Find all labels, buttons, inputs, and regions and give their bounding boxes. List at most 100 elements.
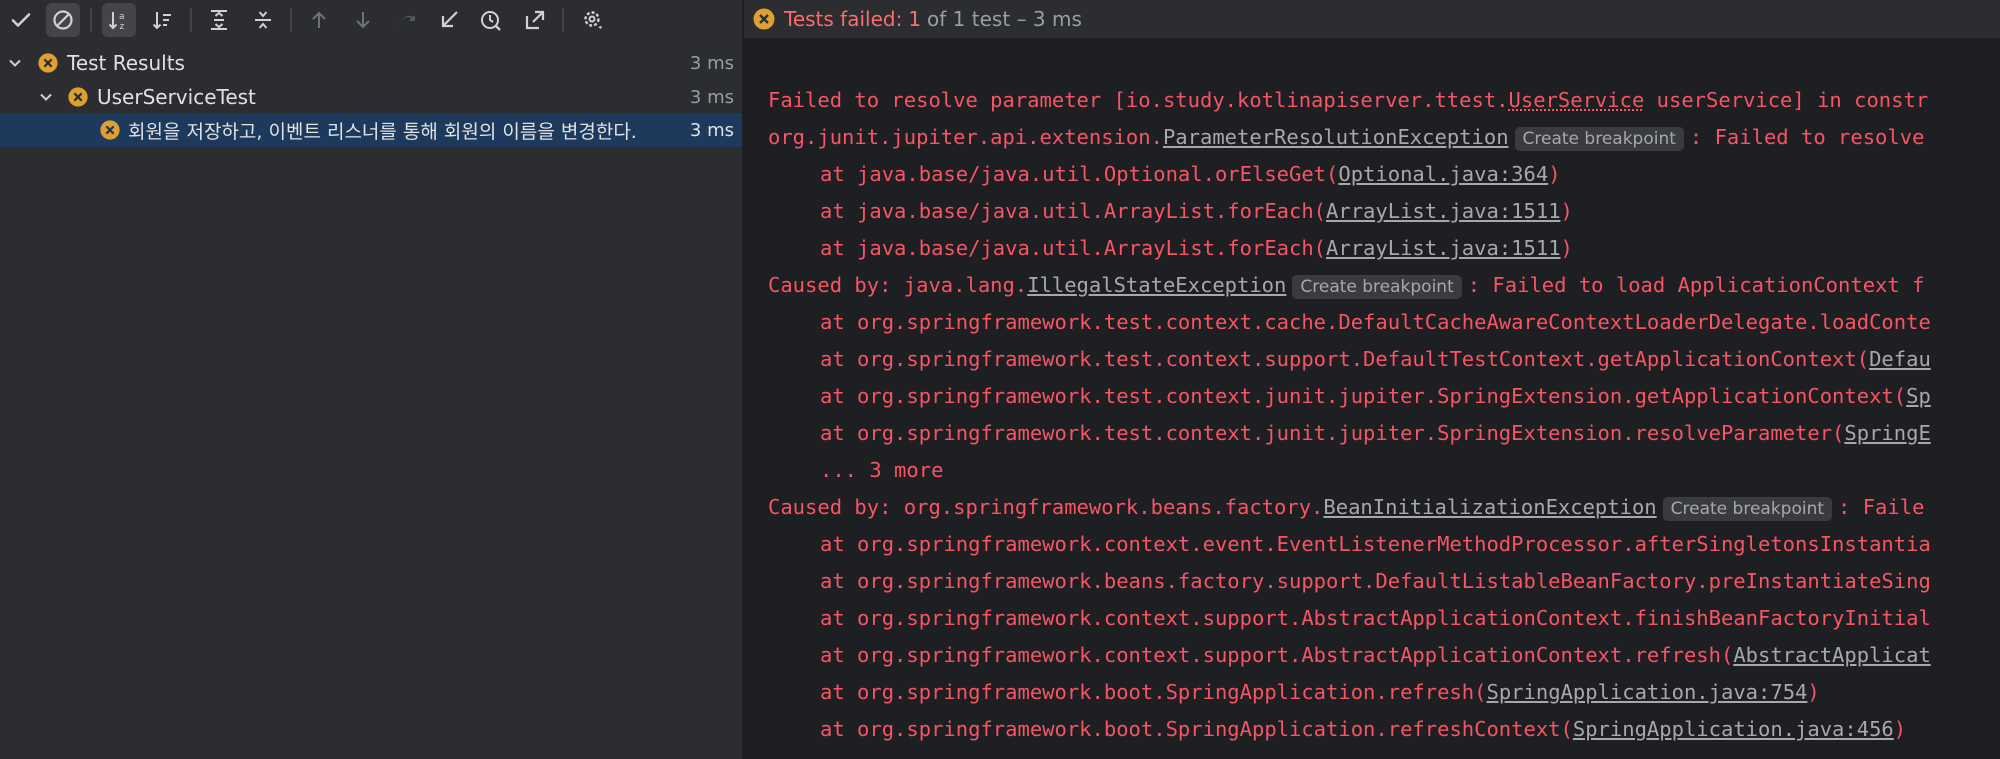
- import-tests-button[interactable]: [432, 3, 466, 37]
- source-link[interactable]: Sp: [1906, 384, 1931, 408]
- toolbar-separator: [562, 8, 564, 32]
- console-text: at org.springframework.context.event.Eve…: [820, 532, 1931, 556]
- console-text: at org.springframework.test.context.cach…: [820, 310, 1931, 334]
- exception-link[interactable]: IllegalStateException: [1027, 273, 1286, 297]
- console-line: Caused by: java.lang.IllegalStateExcepti…: [768, 270, 1924, 300]
- tree-node-test-case[interactable]: 회원을 저장하고, 이벤트 리스너를 통해 회원의 이름을 변경한다. 3 ms: [0, 113, 742, 147]
- export-results-icon: [525, 10, 545, 30]
- tree-node-label: UserServiceTest: [97, 85, 256, 109]
- tree-node-duration: 3 ms: [689, 119, 734, 141]
- console-line: at org.springframework.test.context.juni…: [820, 418, 1931, 448]
- console-line: at org.springframework.context.support.A…: [820, 603, 1931, 633]
- test-history-button[interactable]: [474, 3, 508, 37]
- test-failed-icon: [68, 87, 88, 107]
- sort-alphabetically-icon: az: [108, 12, 125, 32]
- console-text: at java.base/java.util.ArrayList.forEach…: [820, 199, 1327, 223]
- create-breakpoint-button[interactable]: Create breakpoint: [1292, 275, 1462, 299]
- source-link[interactable]: Defau: [1869, 347, 1931, 371]
- test-failed-icon: [100, 120, 120, 140]
- toolbar-separator: [290, 8, 292, 32]
- tree-node-label: Test Results: [67, 51, 185, 75]
- console-line: at org.springframework.beans.factory.sup…: [820, 566, 1931, 596]
- source-link[interactable]: ArrayList.java:1511: [1326, 199, 1561, 223]
- show-passed-icon: [11, 13, 31, 27]
- rerun-icon: [399, 15, 415, 26]
- show-ignored-button[interactable]: [46, 3, 80, 37]
- console-text: ): [1548, 162, 1561, 186]
- console-text: at org.springframework.boot.SpringApplic…: [820, 717, 1573, 741]
- console-line: ... 3 more: [820, 455, 943, 485]
- expand-all-icon: [211, 10, 227, 30]
- console-text: ): [1560, 236, 1573, 260]
- console-text: at java.base/java.util.Optional.orElseGe…: [820, 162, 1339, 186]
- console-text: Failed to resolve parameter [io.study.ko…: [768, 88, 1509, 112]
- tree-node-label: 회원을 저장하고, 이벤트 리스너를 통해 회원의 이름을 변경한다.: [128, 120, 637, 143]
- console-text: : Faile: [1838, 495, 1925, 519]
- svg-text:a: a: [119, 12, 125, 22]
- rerun-button[interactable]: [390, 3, 424, 37]
- console-text: at org.springframework.boot.SpringApplic…: [820, 680, 1487, 704]
- console-text: Caused by: java.lang.: [768, 273, 1028, 297]
- console-line: at java.base/java.util.ArrayList.forEach…: [820, 233, 1573, 263]
- console-text: Caused by: org.springframework.beans.fac…: [768, 495, 1324, 519]
- create-breakpoint-button[interactable]: Create breakpoint: [1514, 127, 1684, 151]
- console-text: ... 3 more: [820, 458, 944, 482]
- console-line: at java.base/java.util.Optional.orElseGe…: [820, 159, 1561, 189]
- export-results-button[interactable]: [518, 3, 552, 37]
- test-failed-icon: [38, 53, 58, 73]
- console-text: at java.base/java.util.ArrayList.forEach…: [820, 236, 1327, 260]
- console-line: at org.springframework.boot.SpringApplic…: [820, 714, 1906, 744]
- test-failed-icon: [753, 8, 775, 30]
- source-link[interactable]: ArrayList.java:1511: [1326, 236, 1561, 260]
- exception-link[interactable]: BeanInitializationException: [1323, 495, 1656, 519]
- console-text: ): [1893, 717, 1907, 741]
- console-text: at org.springframework.context.support.A…: [820, 643, 1734, 667]
- source-link[interactable]: SpringApplication.java:456: [1573, 717, 1894, 741]
- tree-node-user-service-test[interactable]: UserServiceTest 3 ms: [0, 80, 742, 114]
- console-line: org.junit.jupiter.api.extension.Paramete…: [768, 122, 1924, 152]
- next-failed-icon: [356, 12, 370, 29]
- show-passed-button[interactable]: [4, 3, 38, 37]
- chevron-down-icon[interactable]: [37, 88, 55, 106]
- console-text: at org.springframework.test.context.juni…: [820, 421, 1845, 445]
- console-text: at org.springframework.test.context.supp…: [820, 347, 1870, 371]
- console-output[interactable]: Failed to resolve parameter [io.study.ko…: [744, 38, 2000, 759]
- test-runner-toolbar: az: [0, 0, 742, 38]
- console-text: : Failed to resolve: [1689, 125, 1925, 149]
- source-link[interactable]: AbstractApplicat: [1733, 643, 1930, 667]
- console-line: at org.springframework.test.context.juni…: [820, 381, 1931, 411]
- console-text: at org.springframework.beans.factory.sup…: [820, 569, 1931, 593]
- tree-node-test-results[interactable]: Test Results 3 ms: [0, 46, 742, 80]
- status-failed-count: 1: [908, 7, 922, 31]
- tree-node-duration: 3 ms: [689, 86, 734, 108]
- sort-by-duration-icon: [152, 12, 171, 30]
- status-summary: of 1 test – 3 ms: [927, 7, 1082, 31]
- sort-alphabetically-button[interactable]: az: [102, 3, 136, 37]
- previous-failed-icon: [312, 11, 326, 28]
- console-text: : Failed to load ApplicationContext f: [1467, 273, 1925, 297]
- next-failed-button[interactable]: [346, 3, 380, 37]
- sort-by-duration-button[interactable]: [146, 3, 180, 37]
- console-text: userService] in constr: [1644, 88, 1929, 112]
- console-line: at java.base/java.util.ArrayList.forEach…: [820, 196, 1573, 226]
- console-text: org.junit.jupiter.api.extension.: [768, 125, 1163, 149]
- expand-all-button[interactable]: [202, 3, 236, 37]
- svg-text:z: z: [120, 22, 125, 32]
- console-line: at org.springframework.test.context.cach…: [820, 307, 1931, 337]
- settings-button[interactable]: [576, 3, 610, 37]
- exception-link[interactable]: ParameterResolutionException: [1163, 125, 1509, 149]
- collapse-all-button[interactable]: [246, 3, 280, 37]
- create-breakpoint-button[interactable]: Create breakpoint: [1662, 497, 1833, 521]
- show-ignored-icon: [53, 10, 73, 30]
- console-text: ): [1560, 199, 1573, 223]
- console-line: Failed to resolve parameter [io.study.ko…: [768, 85, 1928, 115]
- source-link[interactable]: SpringE: [1844, 421, 1930, 445]
- console-text: ): [1807, 680, 1820, 704]
- previous-failed-button[interactable]: [302, 3, 336, 37]
- test-status-header: Tests failed: 1 of 1 test – 3 ms: [742, 0, 2000, 38]
- chevron-down-icon[interactable]: [6, 54, 24, 72]
- class-link[interactable]: UserService: [1509, 88, 1645, 112]
- source-link[interactable]: SpringApplication.java:754: [1486, 680, 1807, 704]
- tree-node-duration: 3 ms: [689, 52, 734, 74]
- source-link[interactable]: Optional.java:364: [1338, 162, 1548, 186]
